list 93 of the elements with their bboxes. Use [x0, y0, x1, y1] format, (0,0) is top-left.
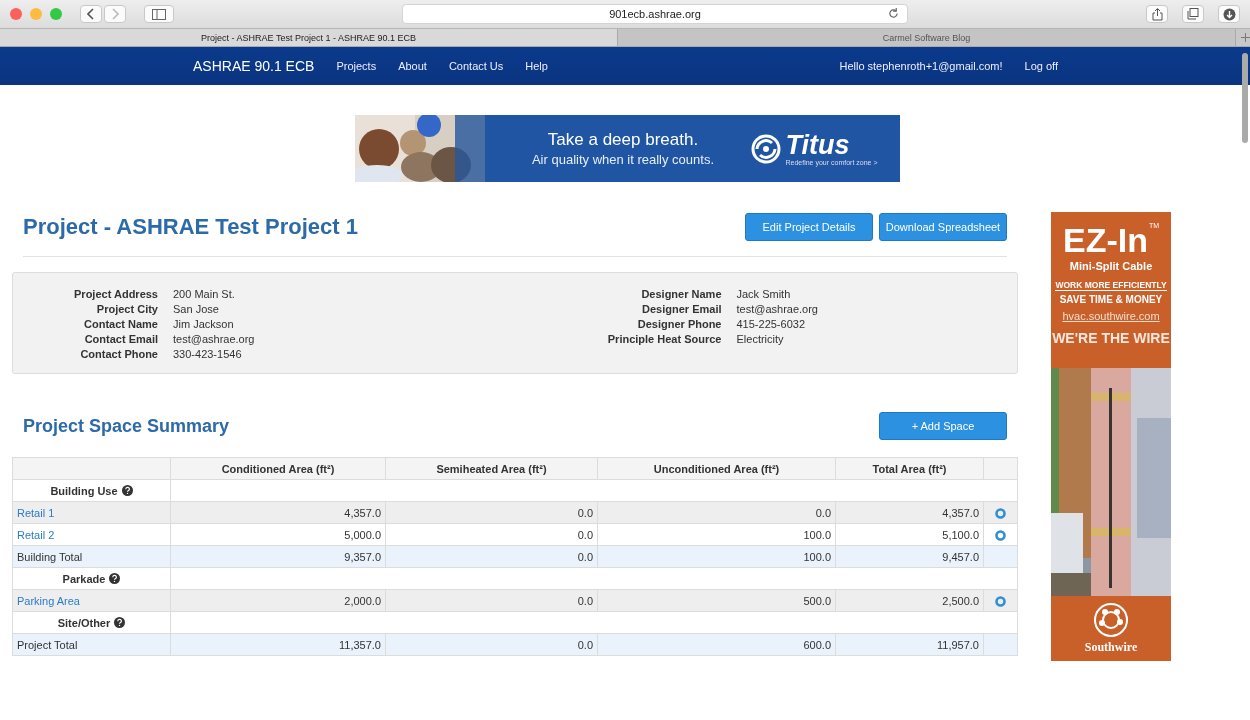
- browser-tab[interactable]: Carmel Software Blog: [618, 29, 1237, 46]
- table-cell: 100.0: [597, 523, 836, 546]
- field-value: test@ashrae.org: [173, 332, 255, 347]
- table-cell: 4,357.0: [835, 501, 984, 524]
- back-button[interactable]: [80, 5, 102, 23]
- field-label: Principle Heat Source: [606, 332, 722, 347]
- help-icon[interactable]: [121, 485, 133, 496]
- scrollbar[interactable]: [1242, 53, 1248, 143]
- sidebar-button[interactable]: [144, 5, 174, 23]
- table-cell: 500.0: [597, 589, 836, 612]
- ad-text: WORK MORE EFFICIENTLY: [1055, 280, 1167, 291]
- ad-headline: Take a deep breath.: [547, 130, 699, 150]
- space-link[interactable]: Parking Area: [17, 594, 80, 607]
- column-header: Total Area (ft²): [835, 457, 984, 480]
- share-icon: [1151, 7, 1163, 21]
- forward-icon: [111, 8, 119, 20]
- field-value: Jack Smith: [736, 287, 791, 302]
- swirl-logo-icon: [751, 133, 782, 164]
- nav-link[interactable]: About: [398, 60, 427, 72]
- logout-link[interactable]: Log off: [1024, 60, 1058, 72]
- ad-slogan: WE'RE THE WIRE: [1052, 330, 1170, 346]
- nav-link[interactable]: Projects: [336, 60, 377, 72]
- field-label: Project City: [95, 302, 158, 317]
- group-title: Parkade: [62, 572, 106, 585]
- column-header: Semiheated Area (ft²): [385, 457, 598, 480]
- field-value: San Jose: [173, 302, 219, 317]
- nav-link[interactable]: Contact Us: [448, 60, 504, 72]
- field-value: test@ashrae.org: [736, 302, 818, 317]
- site-brand[interactable]: ASHRAE 90.1 ECB: [193, 58, 315, 74]
- field-label: Designer Email: [641, 302, 722, 317]
- user-greeting[interactable]: Hello stephenroth+1@gmail.com!: [839, 60, 1003, 72]
- ad-text: SAVE TIME & MONEY: [1059, 294, 1163, 305]
- tabs-button[interactable]: [1182, 5, 1204, 23]
- space-link[interactable]: Retail 2: [17, 528, 55, 541]
- field-label: Contact Phone: [79, 347, 158, 362]
- help-icon[interactable]: [109, 573, 121, 584]
- new-tab-icon[interactable]: [1241, 33, 1250, 42]
- field-label: Designer Name: [640, 287, 722, 302]
- table-cell: 600.0: [597, 633, 836, 656]
- sidebar-icon: [152, 8, 166, 20]
- tabs-icon: [1187, 8, 1199, 20]
- field-label: Designer Phone: [636, 317, 722, 332]
- table-cell: 0.0: [385, 501, 598, 524]
- table-cell: Building Total: [12, 545, 171, 568]
- share-button[interactable]: [1146, 5, 1168, 23]
- table-cell: 0.0: [385, 545, 598, 568]
- table-cell: 2,500.0: [835, 589, 984, 612]
- ad-subtitle: Mini-Split Cable: [1069, 260, 1153, 272]
- group-title: Building Use: [50, 484, 118, 497]
- ad-brand: Titus: [785, 131, 850, 159]
- table-cell: 100.0: [597, 545, 836, 568]
- table-cell: 0.0: [385, 633, 598, 656]
- ring-icon[interactable]: [995, 595, 1006, 607]
- ring-icon[interactable]: [995, 507, 1006, 519]
- ring-icon[interactable]: [995, 529, 1006, 541]
- table-cell: 9,357.0: [170, 545, 386, 568]
- space-link[interactable]: Retail 1: [17, 506, 55, 519]
- download-icon: [1222, 7, 1236, 21]
- field-value: Electricity: [736, 332, 784, 347]
- field-label: Project Address: [73, 287, 158, 302]
- ad-brand: Southwire: [1084, 640, 1138, 655]
- table-cell: 4,357.0: [170, 501, 386, 524]
- table-cell: 11,957.0: [835, 633, 984, 656]
- table-cell: 2,000.0: [170, 589, 386, 612]
- help-icon[interactable]: [114, 617, 126, 628]
- field-value: 415-225-6032: [736, 317, 805, 332]
- table-cell: 5,000.0: [170, 523, 386, 546]
- field-value: 330-423-1546: [173, 347, 242, 362]
- back-icon: [87, 8, 95, 20]
- table-cell: 0.0: [385, 589, 598, 612]
- nav-link[interactable]: Help: [525, 60, 548, 72]
- section-title: Project Space Summary: [23, 415, 230, 437]
- ad-title: EZ-In: [1062, 222, 1148, 258]
- table-cell: 5,100.0: [835, 523, 984, 546]
- browser-tab[interactable]: Project - ASHRAE Test Project 1 - ASHRAE 90.1 ECB: [0, 29, 619, 46]
- group-title: Site/Other: [57, 616, 111, 629]
- page-title: Project - ASHRAE Test Project 1: [23, 214, 358, 240]
- ad-tagline: Air quality when it really counts.: [531, 152, 715, 167]
- field-label: Contact Name: [83, 317, 158, 332]
- reload-icon[interactable]: [888, 8, 899, 19]
- table-cell: 0.0: [597, 501, 836, 524]
- field-value: Jim Jackson: [173, 317, 234, 332]
- column-header: Conditioned Area (ft²): [170, 457, 386, 480]
- column-header: Unconditioned Area (ft²): [597, 457, 836, 480]
- table-cell: 0.0: [385, 523, 598, 546]
- downloads-button[interactable]: [1218, 5, 1240, 23]
- table-cell: 11,357.0: [170, 633, 386, 656]
- southwire-logo-icon: [1093, 602, 1129, 638]
- table-cell: Project Total: [12, 633, 171, 656]
- address-bar[interactable]: 901ecb.ashrae.org: [402, 4, 908, 24]
- field-value: 200 Main St.: [173, 287, 235, 302]
- field-label: Contact Email: [83, 332, 158, 347]
- table-cell: 9,457.0: [835, 545, 984, 568]
